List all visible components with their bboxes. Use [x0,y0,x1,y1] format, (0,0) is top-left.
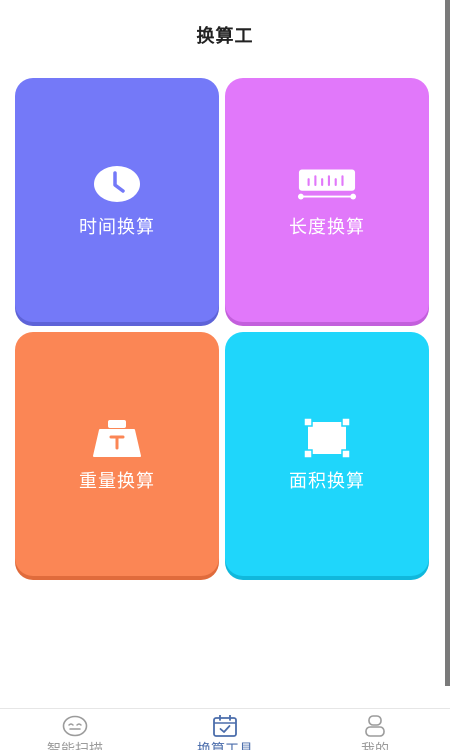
area-conversion-card[interactable]: 面积换算 [225,332,429,576]
tab-smart-scan-label: 智能扫描 [47,742,103,750]
page-title: 换算工 [196,26,254,47]
tab-mine[interactable]: 我的 [320,715,430,750]
tab-conversion-tools[interactable]: 换算工具 [170,715,280,750]
header: 换算工 [0,0,450,70]
scan-face-icon [61,715,89,737]
tab-conversion-tools-label: 换算工具 [197,742,253,750]
weight-icon [87,415,147,461]
user-icon [361,715,389,737]
length-conversion-card[interactable]: 长度换算 [225,78,429,322]
weight-conversion-card[interactable]: 重量换算 [15,332,219,576]
time-conversion-label: 时间换算 [79,217,155,238]
length-conversion-label: 长度换算 [289,217,365,238]
tab-mine-label: 我的 [361,742,389,750]
area-conversion-label: 面积换算 [289,471,365,492]
clock-icon [87,161,147,207]
weight-conversion-label: 重量换算 [79,471,155,492]
app-screen: 换算工 时间换算 长度换算 重量换算 面积换算 智能扫描 换算工具 我的 [0,0,450,750]
tab-smart-scan[interactable]: 智能扫描 [20,715,130,750]
bottom-tab-bar: 智能扫描 换算工具 我的 [0,708,450,750]
area-icon [297,415,357,461]
time-conversion-card[interactable]: 时间换算 [15,78,219,322]
scrollbar[interactable] [445,0,450,686]
calendar-check-icon [211,715,239,737]
ruler-icon [297,161,357,207]
